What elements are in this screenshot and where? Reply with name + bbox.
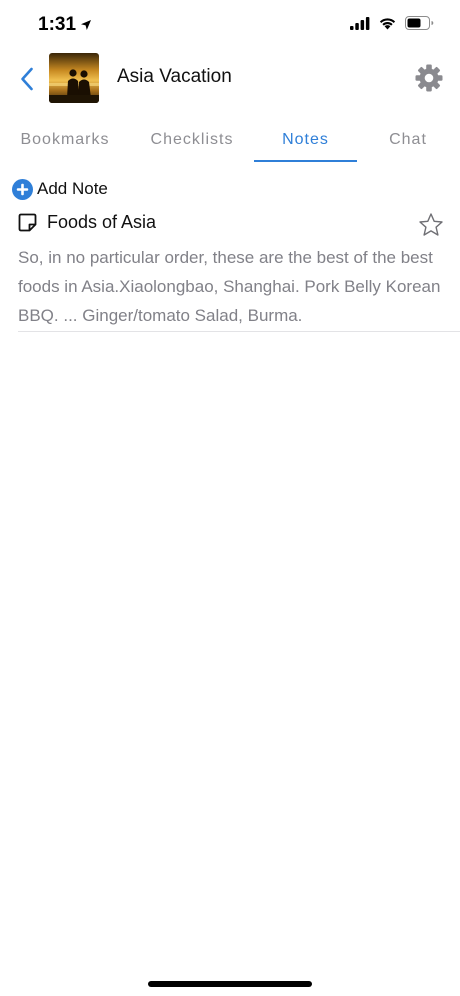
cellular-signal-icon xyxy=(350,16,370,30)
plus-circle-icon xyxy=(12,178,33,200)
note-header: Foods of Asia xyxy=(18,212,156,233)
status-bar: 1:31 xyxy=(0,0,460,50)
back-button[interactable] xyxy=(14,62,40,96)
section-tabs: Bookmarks Checklists Notes Chat xyxy=(0,118,460,164)
tab-chat[interactable]: Chat xyxy=(366,118,450,162)
trip-header: Asia Vacation xyxy=(0,52,460,106)
chevron-left-icon xyxy=(21,67,33,91)
home-indicator[interactable] xyxy=(148,981,312,987)
gear-icon xyxy=(415,64,443,92)
note-icon xyxy=(18,213,37,232)
location-arrow-icon xyxy=(81,20,92,30)
favorite-button[interactable] xyxy=(418,212,444,238)
status-time: 1:31 xyxy=(38,14,92,36)
trip-title: Asia Vacation xyxy=(117,66,232,87)
add-note-button[interactable]: Add Note xyxy=(12,176,108,202)
tab-checklists[interactable]: Checklists xyxy=(136,118,248,162)
active-tab-indicator xyxy=(254,160,357,162)
note-title: Foods of Asia xyxy=(47,212,157,232)
trip-thumbnail xyxy=(49,53,99,103)
note-item[interactable]: Foods of Asia So, in no particular order… xyxy=(18,210,460,332)
wifi-icon xyxy=(379,18,396,30)
status-time-text: 1:31 xyxy=(38,14,77,35)
star-icon xyxy=(419,213,443,236)
battery-icon xyxy=(405,16,434,30)
tab-bookmarks[interactable]: Bookmarks xyxy=(10,118,120,162)
app-screen: 1:31 Asia Vacation Bookmarks Checklists … xyxy=(0,0,460,996)
status-indicators xyxy=(350,16,434,30)
tab-notes[interactable]: Notes xyxy=(254,118,357,162)
add-note-label: Add Note xyxy=(37,179,108,198)
sunset-couple-image xyxy=(49,53,99,103)
settings-button[interactable] xyxy=(414,63,444,93)
note-preview: So, in no particular order, these are th… xyxy=(18,248,441,325)
